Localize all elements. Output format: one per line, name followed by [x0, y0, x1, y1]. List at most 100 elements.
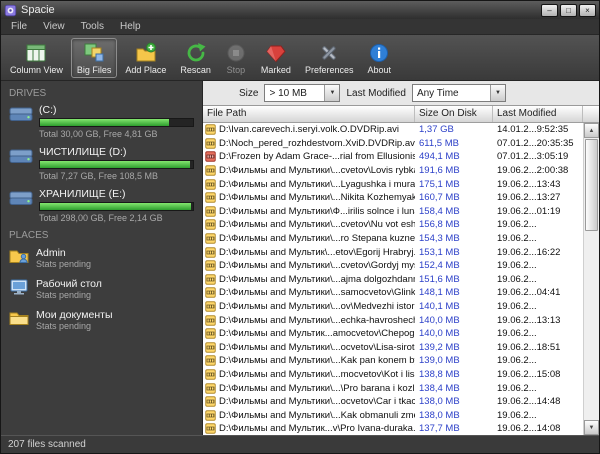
- size-filter-dropdown[interactable]: > 10 MB ▼: [264, 84, 340, 102]
- scroll-down-icon[interactable]: ▼: [584, 420, 599, 435]
- last-modified-cell: 19.06.2...14:48: [493, 396, 583, 407]
- file-path-cell: D:\Фильмы and Мультики\...mocvetov\Kot i…: [203, 369, 415, 380]
- menu-tools[interactable]: Tools: [73, 19, 112, 35]
- table-row[interactable]: D:\Noch_pered_rozhdestvom.XviD.DVDRip.av…: [203, 137, 583, 151]
- minimize-button[interactable]: –: [541, 4, 558, 17]
- video-file-icon: [205, 315, 216, 326]
- place-item[interactable]: Рабочий столStats pending: [1, 274, 202, 305]
- place-item[interactable]: Мои документыStats pending: [1, 305, 202, 336]
- drive-item[interactable]: (C:)Total 30,00 GB, Free 4,81 GB: [1, 101, 202, 143]
- video-file-icon: [205, 165, 216, 176]
- maximize-button[interactable]: □: [560, 4, 577, 17]
- column-header-file-path[interactable]: File Path: [203, 106, 415, 122]
- size-on-disk-cell: 1,37 GB: [415, 124, 493, 135]
- table-row[interactable]: D:\Ivan.carevech.i.seryi.volk.O.DVDRip.a…: [203, 123, 583, 137]
- places-header: PLACES: [1, 227, 202, 243]
- toolbar-button-add-place[interactable]: Add Place: [119, 38, 172, 78]
- table-row[interactable]: D:\Фильмы and Мультики\...samocvetov\Gli…: [203, 286, 583, 300]
- toolbar-button-rescan[interactable]: Rescan: [174, 38, 217, 78]
- table-row[interactable]: D:\Фильмы and Мультик...amocvetov\Chepog…: [203, 327, 583, 341]
- toolbar-button-marked[interactable]: Marked: [255, 38, 297, 78]
- size-on-disk-cell: 611,5 MB: [415, 138, 493, 149]
- status-text: 207 files scanned: [8, 439, 86, 450]
- toolbar: Column ViewBig FilesAdd PlaceRescanStopM…: [1, 35, 599, 81]
- table-row[interactable]: D:\Фильмы and Мультик...v\Pro Ivana-dura…: [203, 422, 583, 435]
- size-on-disk-cell: 151,6 MB: [415, 274, 493, 285]
- table-row[interactable]: D:\Фильмы and Мультики\...cvetov\Nu vot …: [203, 218, 583, 232]
- size-on-disk-cell: 138,0 MB: [415, 396, 493, 407]
- last-modified-cell: 19.06.2...: [493, 410, 583, 421]
- menu-view[interactable]: View: [35, 19, 73, 35]
- table-row[interactable]: D:\Фильмы and Мультики\...\Pro barana i …: [203, 381, 583, 395]
- size-on-disk-cell: 139,2 MB: [415, 342, 493, 353]
- close-button[interactable]: ×: [579, 4, 596, 17]
- hard-drive-icon: [9, 146, 33, 165]
- toolbar-button-about[interactable]: About: [361, 38, 397, 78]
- drive-item[interactable]: ХРАНИЛИЩЕ (E:)Total 298,00 GB, Free 2,14…: [1, 185, 202, 227]
- sidebar: DRIVES (C:)Total 30,00 GB, Free 4,81 GBЧ…: [1, 81, 203, 435]
- file-path-cell: D:\Фильмы and Мультик\...etov\Egorij Hra…: [203, 247, 415, 258]
- toolbar-button-big-files[interactable]: Big Files: [71, 38, 118, 78]
- toolbar-button-stop[interactable]: Stop: [219, 38, 253, 78]
- toolbar-button-preferences[interactable]: Preferences: [299, 38, 360, 78]
- video-file-icon: [205, 192, 216, 203]
- table-row[interactable]: D:\Фильмы and Мультики\Ф...irilis solnce…: [203, 205, 583, 219]
- size-on-disk-cell: 191,6 MB: [415, 165, 493, 176]
- video-file-icon: [205, 124, 216, 135]
- chevron-down-icon[interactable]: ▼: [324, 85, 339, 101]
- big-files-icon: [83, 42, 105, 64]
- drive-name: ЧИСТИЛИЩЕ (D:): [39, 146, 194, 158]
- table-row[interactable]: D:\Фильмы and Мультики\...Kak pan konem …: [203, 354, 583, 368]
- table-row[interactable]: D:\Frozen by Adam Grace-...rial from Ell…: [203, 150, 583, 164]
- video-file-icon: [205, 274, 216, 285]
- about-icon: [368, 42, 390, 64]
- last-modified-cell: 19.06.2...: [493, 260, 583, 271]
- size-on-disk-cell: 138,8 MB: [415, 369, 493, 380]
- column-header-size-on-disk[interactable]: Size On Disk: [415, 106, 493, 122]
- stop-icon: [225, 42, 247, 64]
- column-header-last-modified[interactable]: Last Modified: [493, 106, 583, 122]
- scrollbar-thumb[interactable]: [585, 139, 598, 231]
- file-path-cell: D:\Фильмы and Мультик...v\Pro Ivana-dura…: [203, 423, 415, 434]
- place-stats: Stats pending: [36, 259, 91, 269]
- table-row[interactable]: D:\Фильмы and Мультики\...ro Stepana kuz…: [203, 232, 583, 246]
- table-body: D:\Ivan.carevech.i.seryi.volk.O.DVDRip.a…: [203, 123, 599, 435]
- table-row[interactable]: D:\Фильмы and Мультики\...Nikita Kozhemy…: [203, 191, 583, 205]
- last-modified-cell: 19.06.2...: [493, 355, 583, 366]
- scroll-up-icon[interactable]: ▲: [584, 123, 599, 138]
- place-name: Admin: [36, 247, 91, 259]
- size-on-disk-cell: 152,4 MB: [415, 260, 493, 271]
- drive-item[interactable]: ЧИСТИЛИЩЕ (D:)Total 7,27 GB, Free 108,5 …: [1, 143, 202, 185]
- file-path-cell: D:\Фильмы and Мультики\...ocvetov\Lisa-s…: [203, 342, 415, 353]
- toolbar-button-label: About: [367, 65, 391, 75]
- table-row[interactable]: D:\Фильмы and Мультики\...ov\Medvezhi is…: [203, 300, 583, 314]
- add-place-icon: [135, 42, 157, 64]
- table-row[interactable]: D:\Фильмы and Мультики\...mocvetov\Kot i…: [203, 368, 583, 382]
- table-row[interactable]: D:\Фильмы and Мультик\...etov\Egorij Hra…: [203, 245, 583, 259]
- video-file-icon: [205, 396, 216, 407]
- table-row[interactable]: D:\Фильмы and Мультики\...ocvetov\Car i …: [203, 395, 583, 409]
- table-row[interactable]: D:\Фильмы and Мультики\...cvetov\Lovis r…: [203, 164, 583, 178]
- video-file-icon: [205, 410, 216, 421]
- table-row[interactable]: D:\Фильмы and Мультики\...Kak obmanuli z…: [203, 408, 583, 422]
- size-on-disk-cell: 156,8 MB: [415, 219, 493, 230]
- modified-filter-dropdown[interactable]: Any Time ▼: [412, 84, 506, 102]
- hard-drive-icon: [9, 188, 33, 207]
- rescan-icon: [185, 42, 207, 64]
- menu-file[interactable]: File: [3, 19, 35, 35]
- toolbar-button-column-view[interactable]: Column View: [4, 38, 69, 78]
- last-modified-cell: 19.06.2...16:22: [493, 247, 583, 258]
- table-row[interactable]: D:\Фильмы and Мультики\...ocvetov\Lisa-s…: [203, 341, 583, 355]
- table-row[interactable]: D:\Фильмы and Мультики\...cvetov\Gordyj …: [203, 259, 583, 273]
- app-icon: [4, 4, 17, 17]
- table-row[interactable]: D:\Фильмы and Мультики\...Lyagushka i mu…: [203, 177, 583, 191]
- place-item[interactable]: AdminStats pending: [1, 243, 202, 274]
- menu-help[interactable]: Help: [112, 19, 149, 35]
- video-file-icon: [205, 260, 216, 271]
- table-row[interactable]: D:\Фильмы and Мультики\...echka-havroshe…: [203, 313, 583, 327]
- table-row[interactable]: D:\Фильмы and Мультики\...ajma dolgozhda…: [203, 273, 583, 287]
- file-list: File Path Size On Disk Last Modified D:\…: [203, 105, 599, 435]
- modified-filter-label: Last Modified: [346, 88, 405, 99]
- chevron-down-icon[interactable]: ▼: [490, 85, 505, 101]
- place-name: Рабочий стол: [36, 278, 102, 290]
